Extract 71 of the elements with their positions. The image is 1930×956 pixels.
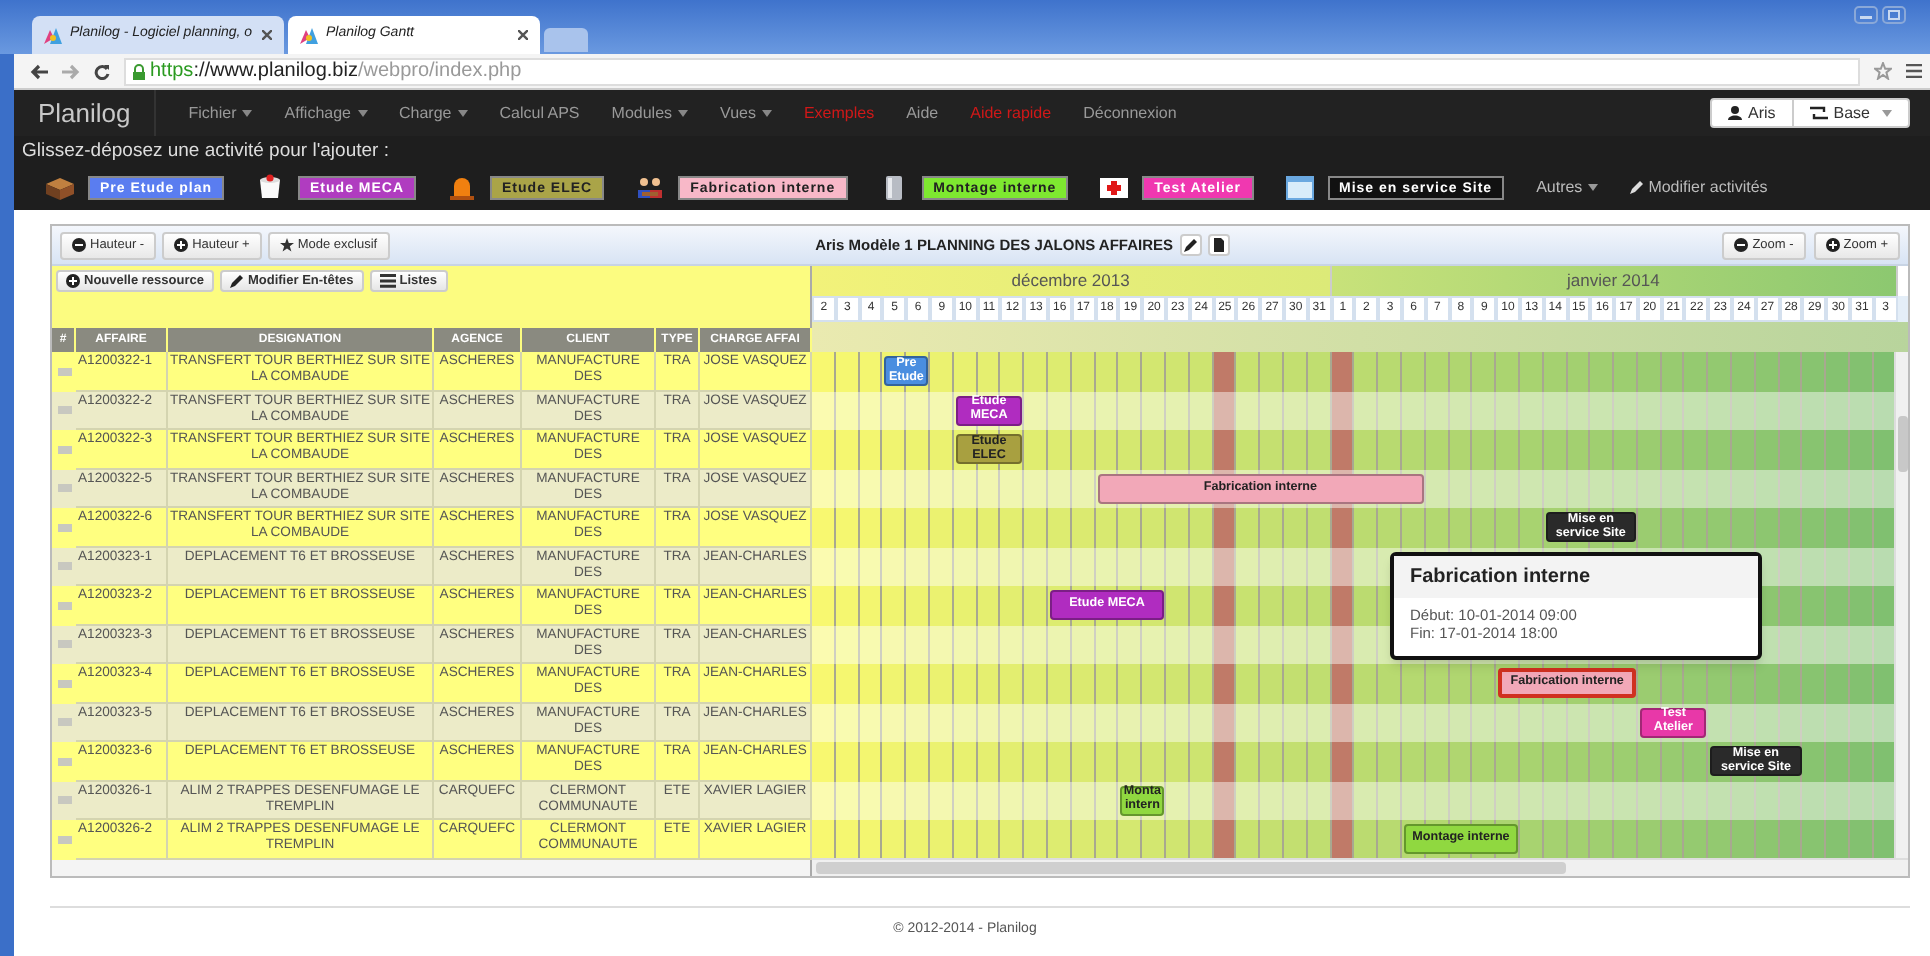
menu-item[interactable]: Modules: [595, 101, 705, 125]
minus-circle-icon: [72, 238, 86, 252]
menu-item[interactable]: Déconnexion: [1067, 101, 1193, 125]
url-field[interactable]: https://www.planilog.biz/webpro/index.php: [124, 57, 1860, 85]
cup-icon: [256, 174, 285, 200]
drag-handle-icon[interactable]: [57, 523, 71, 532]
user-button[interactable]: Aris: [1711, 100, 1792, 126]
caret-icon: [1882, 109, 1892, 117]
caret-icon: [457, 109, 468, 117]
drag-handle-icon[interactable]: [57, 718, 71, 727]
drag-handle-icon[interactable]: [57, 406, 71, 415]
menu-item[interactable]: Vues: [704, 101, 788, 125]
new-tab-button[interactable]: [544, 28, 588, 52]
star-icon: [279, 238, 294, 252]
lock-icon: [132, 63, 146, 79]
drag-handle-icon[interactable]: [57, 367, 71, 376]
others-menu[interactable]: Autres: [1536, 175, 1599, 199]
edit-activities-link[interactable]: Modifier activités: [1630, 175, 1768, 199]
month-header: décembre 2013: [812, 266, 1332, 296]
back-arrow-icon[interactable]: [30, 63, 48, 79]
maximize-icon[interactable]: [1882, 6, 1906, 24]
menu-item[interactable]: Fichier: [172, 101, 269, 125]
vertical-scrollbar[interactable]: [1894, 352, 1908, 858]
beacon-icon: [448, 174, 477, 200]
drag-handle-icon[interactable]: [57, 796, 71, 805]
menu-icon[interactable]: [1906, 64, 1922, 78]
horizontal-scrollbar[interactable]: [812, 858, 1908, 876]
minimize-icon[interactable]: [1854, 6, 1878, 24]
user-icon: [1727, 106, 1742, 120]
cross-icon: [1100, 174, 1129, 200]
drag-handle-icon[interactable]: [57, 640, 71, 649]
forward-arrow-icon[interactable]: [62, 63, 80, 79]
drag-hint: Glissez-déposez une activité pour l'ajouter :: [22, 140, 391, 164]
minus-circle-icon: [1734, 238, 1749, 252]
caret-icon: [1588, 183, 1599, 191]
window-icon: [1285, 174, 1314, 200]
list-icon: [379, 274, 396, 288]
month-header: janvier 2014: [1331, 266, 1898, 296]
menu-item[interactable]: Calcul APS: [483, 101, 596, 125]
base-button[interactable]: Base: [1791, 100, 1908, 126]
favicon-icon: [300, 27, 318, 43]
plus-circle-icon: [1825, 238, 1840, 252]
drag-handle-icon[interactable]: [57, 679, 71, 688]
box-icon: [46, 174, 74, 200]
caret-icon: [242, 109, 253, 117]
star-icon[interactable]: [1874, 62, 1892, 80]
caret-icon: [678, 109, 689, 117]
tooltip-title: Fabrication interne: [1394, 556, 1758, 598]
menu-item[interactable]: Charge: [383, 101, 484, 125]
close-icon[interactable]: [262, 30, 272, 40]
caret-icon: [357, 109, 367, 117]
caret-icon: [761, 109, 772, 117]
drag-handle-icon[interactable]: [57, 601, 71, 610]
document-icon[interactable]: [1207, 234, 1230, 256]
drag-handle-icon[interactable]: [57, 757, 71, 766]
people-icon: [636, 174, 665, 200]
menu-item[interactable]: Aide: [890, 101, 955, 125]
favicon-icon: [44, 27, 62, 43]
drag-handle-icon[interactable]: [57, 835, 71, 844]
plus-circle-icon: [174, 238, 189, 252]
drag-handle-icon[interactable]: [57, 484, 71, 493]
pencil-icon: [229, 274, 244, 288]
drag-handle-icon[interactable]: [57, 445, 71, 454]
reload-icon[interactable]: [94, 63, 110, 79]
pencil-icon: [1630, 180, 1645, 194]
swap-icon: [1809, 106, 1828, 120]
plus-circle-icon: [66, 274, 80, 288]
menu-item[interactable]: Affichage: [268, 101, 383, 125]
close-icon[interactable]: [518, 30, 528, 40]
drag-handle-icon[interactable]: [57, 562, 71, 571]
pencil-button-icon[interactable]: [1179, 234, 1202, 256]
